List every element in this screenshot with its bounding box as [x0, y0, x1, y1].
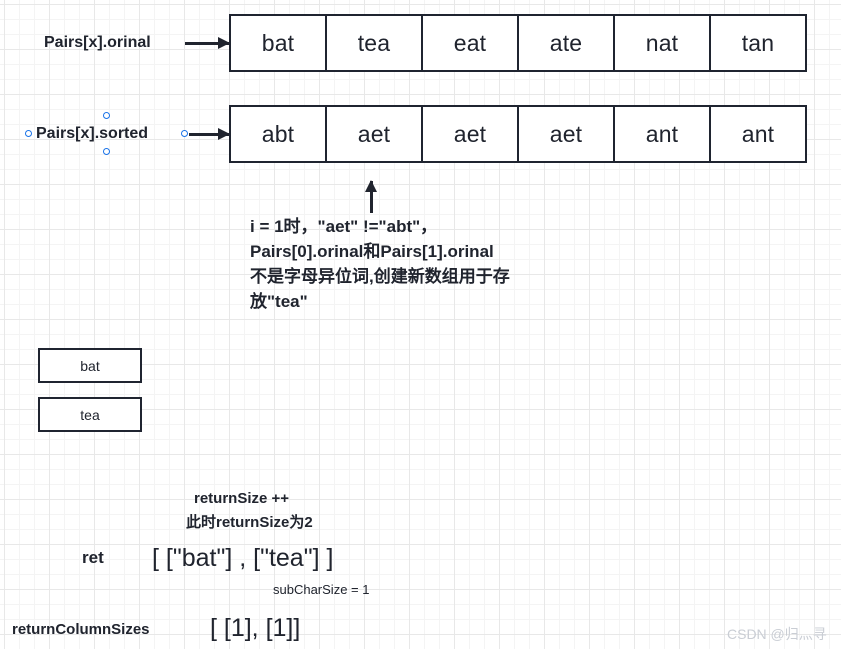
array-cell[interactable]: abt	[231, 107, 327, 161]
return-column-sizes-value: [ [1], [1]]	[210, 614, 301, 642]
array-cell[interactable]: tan	[711, 16, 805, 70]
array-cell[interactable]: bat	[231, 16, 327, 70]
array-pairs-orinal: bat tea eat ate nat tan	[229, 14, 807, 72]
diagram-canvas: Pairs[x].orinal bat tea eat ate nat tan …	[0, 0, 841, 649]
array-cell[interactable]: aet	[519, 107, 615, 161]
arrow-to-orinal-array	[185, 42, 229, 45]
return-size-increment-note: returnSize ++	[194, 490, 290, 507]
result-box[interactable]: bat	[38, 348, 142, 383]
arrow-to-sorted-array	[189, 133, 229, 136]
array-cell[interactable]: tea	[327, 16, 423, 70]
result-box[interactable]: tea	[38, 397, 142, 432]
array-pairs-sorted: abt aet aet aet ant ant	[229, 105, 807, 163]
ret-value: [ ["bat"] , ["tea"] ]	[152, 544, 334, 572]
array-cell[interactable]: ate	[519, 16, 615, 70]
array-cell[interactable]: aet	[327, 107, 423, 161]
selection-handle-right[interactable]	[181, 130, 188, 137]
watermark: CSDN @归灬寻	[727, 626, 827, 642]
label-pairs-sorted[interactable]: Pairs[x].sorted	[36, 125, 148, 143]
return-column-sizes-label: returnColumnSizes	[12, 621, 150, 638]
arrow-callout-up	[370, 181, 373, 213]
selection-handle-bottom[interactable]	[103, 148, 110, 155]
ret-label: ret	[82, 548, 104, 567]
array-cell[interactable]: aet	[423, 107, 519, 161]
array-cell[interactable]: nat	[615, 16, 711, 70]
array-cell[interactable]: ant	[711, 107, 805, 161]
array-cell[interactable]: ant	[615, 107, 711, 161]
selection-handle-top[interactable]	[103, 112, 110, 119]
return-size-value-note: 此时returnSize为2	[186, 514, 313, 531]
label-pairs-orinal[interactable]: Pairs[x].orinal	[44, 34, 151, 52]
selection-handle-left[interactable]	[25, 130, 32, 137]
annotation-text: i = 1时，"aet" !="abt"，Pairs[0].orinal和Pai…	[250, 217, 510, 311]
sub-char-size-note: subCharSize = 1	[273, 582, 370, 597]
array-cell[interactable]: eat	[423, 16, 519, 70]
